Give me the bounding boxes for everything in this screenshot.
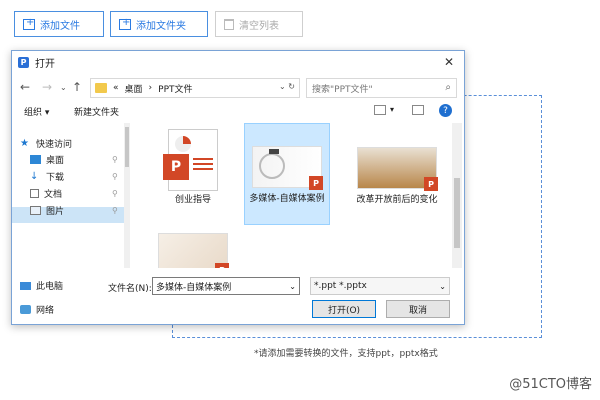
slide-thumbnail: P <box>158 233 229 268</box>
clear-list-label: 清空列表 <box>239 20 279 32</box>
pin-icon: ⚲ <box>112 155 118 164</box>
open-button[interactable]: 打开(O) <box>312 300 376 318</box>
navigation-pane: ★ 快速访问 桌面 ⚲ ↓ 下载 ⚲ 文档 ⚲ 图片 ⚲ 此电脑 网络 <box>12 123 124 316</box>
nav-label: 桌面 <box>46 156 65 166</box>
cancel-button[interactable]: 取消 <box>386 300 450 318</box>
pin-icon: ⚲ <box>112 206 118 215</box>
pin-icon: ⚲ <box>112 172 118 181</box>
search-placeholder: 搜索"PPT文件" <box>312 84 373 95</box>
add-file-button[interactable]: 添加文件 <box>14 11 104 37</box>
file-list: P 创业指导 P 多媒体-自媒体案例 P 改革开放前后的变化 P <box>132 123 450 268</box>
powerpoint-icon: P <box>215 263 229 268</box>
address-bar[interactable]: « 桌面 › PPT文件 ⌄ ↻ <box>90 78 300 98</box>
desktop-icon <box>30 155 41 164</box>
chevron-down-icon[interactable]: ⌄ <box>439 282 446 291</box>
filename-value: 多媒体-自媒体案例 <box>156 282 232 293</box>
view-options-icon[interactable] <box>374 105 386 115</box>
powerpoint-icon: P <box>424 177 438 191</box>
dialog-titlebar: P 打开 <box>12 51 464 73</box>
recent-chevron-icon[interactable]: ⌄ <box>60 83 67 92</box>
folder-icon <box>95 83 107 93</box>
address-dropdown-icon[interactable]: ⌄ ↻ <box>279 82 295 91</box>
filetype-select[interactable]: *.ppt *.pptx ⌄ <box>310 277 450 295</box>
file-list-scrollbar-thumb[interactable] <box>454 178 460 248</box>
nav-label: 快速访问 <box>36 140 73 150</box>
file-item[interactable]: P 改革开放前后的变化 <box>342 125 450 206</box>
view-dropdown-icon[interactable]: ▾ <box>390 105 394 114</box>
search-input[interactable]: 搜索"PPT文件" ⌕ <box>306 78 457 98</box>
nav-item-pictures[interactable]: 图片 ⚲ <box>30 204 118 217</box>
filetype-value: *.ppt *.pptx <box>314 281 367 291</box>
dialog-footer: 文件名(N): 多媒体-自媒体案例 ⌄ *.ppt *.pptx ⌄ 打开(O)… <box>12 273 464 325</box>
nav-item-desktop[interactable]: 桌面 ⚲ <box>30 153 118 166</box>
filename-input[interactable]: 多媒体-自媒体案例 ⌄ <box>152 277 300 295</box>
file-item-selected[interactable]: P 多媒体-自媒体案例 <box>244 123 330 225</box>
pin-icon: ⚲ <box>112 189 118 198</box>
powerpoint-icon: P <box>309 176 323 190</box>
star-icon: ★ <box>20 138 29 149</box>
nav-item-downloads[interactable]: ↓ 下载 ⚲ <box>30 170 118 184</box>
add-folder-button[interactable]: 添加文件夹 <box>110 11 208 37</box>
nav-scrollbar[interactable] <box>124 123 130 268</box>
watermark: @51CTO博客 <box>509 377 592 392</box>
pictures-icon <box>30 206 41 215</box>
add-file-label: 添加文件 <box>40 20 80 32</box>
back-arrow-icon[interactable]: ← <box>20 80 30 94</box>
chevron-down-icon[interactable]: ⌄ <box>289 282 296 291</box>
pptx-file-icon: P <box>163 129 218 191</box>
new-folder-button[interactable]: 新建文件夹 <box>74 105 119 118</box>
nav-label: 图片 <box>46 207 65 217</box>
pie-chart-icon <box>175 136 191 152</box>
app-toolbar: 添加文件 添加文件夹 清空列表 <box>0 0 600 44</box>
add-folder-label: 添加文件夹 <box>136 20 186 32</box>
doc-lines-icon <box>193 158 213 160</box>
preview-pane-icon[interactable] <box>412 105 424 115</box>
search-icon: ⌕ <box>445 82 451 93</box>
selected-nav-highlight <box>12 207 124 223</box>
dialog-title: 打开 <box>35 58 55 70</box>
format-hint: *请添加需要转换的文件，支持ppt，pptx格式 <box>254 349 438 359</box>
filename-label: 文件名(N): <box>108 284 152 294</box>
file-item[interactable]: P 创业指导 <box>150 125 236 206</box>
up-arrow-icon[interactable]: ↑ <box>72 80 82 94</box>
document-icon <box>30 189 39 198</box>
breadcrumb-separator: › <box>148 83 153 93</box>
nav-scrollbar-thumb[interactable] <box>125 127 129 167</box>
nav-label: 下载 <box>46 173 65 183</box>
breadcrumb-desktop[interactable]: 桌面 <box>125 82 143 95</box>
trash-icon <box>224 18 234 30</box>
add-folder-icon <box>119 17 131 30</box>
breadcrumb-ppt-folder[interactable]: PPT文件 <box>158 82 192 95</box>
file-label: 创业指导 <box>174 195 211 205</box>
breadcrumb-overflow[interactable]: « <box>113 83 119 93</box>
clear-list-button[interactable]: 清空列表 <box>215 11 303 37</box>
nav-item-quick-access[interactable]: ★ 快速访问 <box>20 137 73 151</box>
app-logo-icon: P <box>18 56 29 68</box>
open-file-dialog: P 打开 ✕ ← → ⌄ ↑ « 桌面 › PPT文件 ⌄ ↻ 搜索"PPT文件… <box>11 50 465 325</box>
command-bar: 组织 ▾ 新建文件夹 ▾ ? <box>12 102 464 122</box>
powerpoint-icon: P <box>163 154 189 180</box>
download-icon: ↓ <box>30 171 39 182</box>
nav-label: 文档 <box>44 190 63 200</box>
file-item[interactable]: P <box>150 229 236 268</box>
nav-item-documents[interactable]: 文档 ⚲ <box>30 187 118 200</box>
file-label: 多媒体-自媒体案例 <box>249 194 325 204</box>
close-icon[interactable]: ✕ <box>444 55 454 69</box>
forward-arrow-icon[interactable]: → <box>42 80 52 94</box>
file-list-scrollbar[interactable] <box>452 123 462 268</box>
help-icon[interactable]: ? <box>439 104 452 117</box>
navigation-bar: ← → ⌄ ↑ « 桌面 › PPT文件 ⌄ ↻ 搜索"PPT文件" ⌕ <box>12 75 464 101</box>
slide-thumbnail: P <box>357 147 438 191</box>
file-label: 改革开放前后的变化 <box>356 195 438 205</box>
slide-thumbnail: P <box>252 146 323 190</box>
add-file-icon <box>23 17 35 30</box>
organize-button[interactable]: 组织 ▾ <box>24 105 49 118</box>
